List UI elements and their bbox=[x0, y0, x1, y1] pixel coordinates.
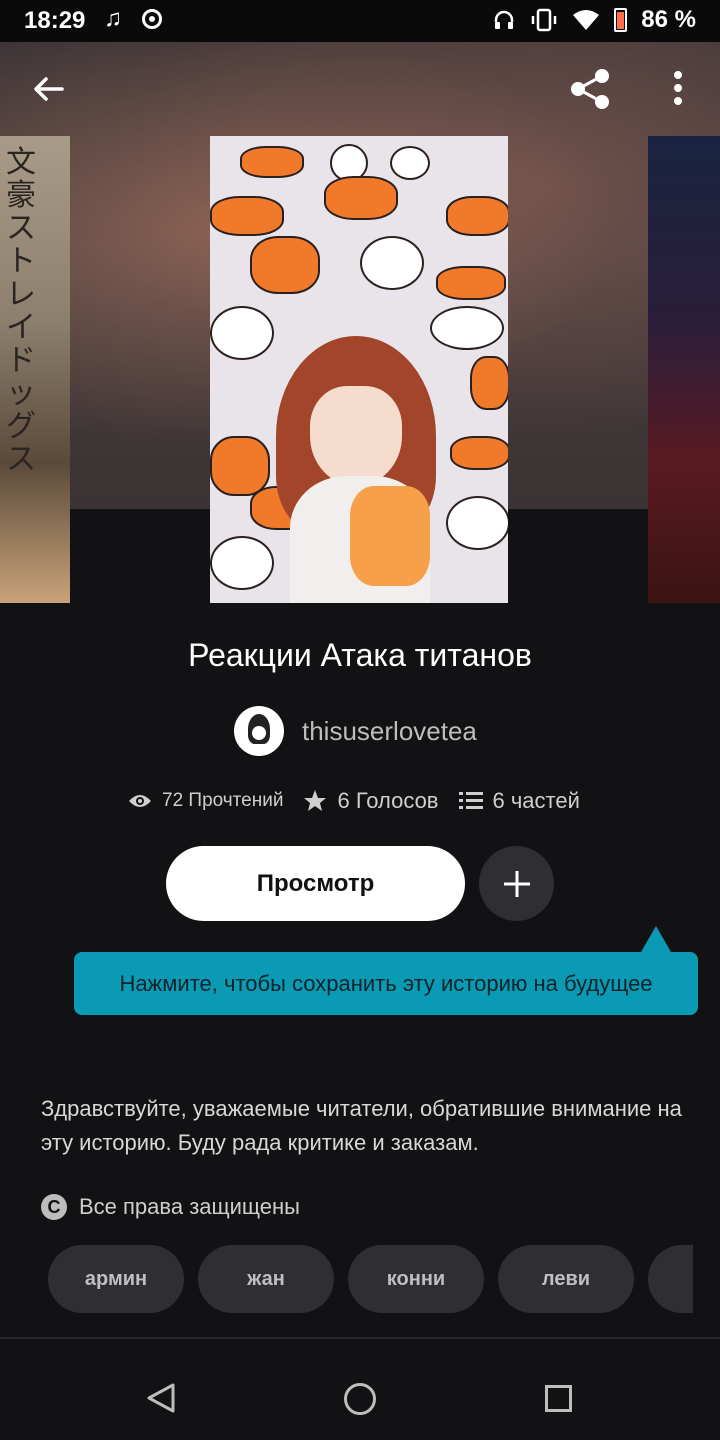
story-cover[interactable] bbox=[210, 136, 508, 603]
parts-count: 6 частей bbox=[492, 788, 580, 813]
tag-chip[interactable]: конни bbox=[348, 1245, 484, 1313]
cover-art bbox=[446, 496, 508, 550]
vibrate-icon bbox=[532, 8, 557, 32]
nav-recents-icon[interactable] bbox=[545, 1385, 572, 1412]
status-icons: 86 % bbox=[492, 6, 696, 34]
share-icon bbox=[571, 69, 609, 109]
nav-back-icon[interactable] bbox=[146, 1382, 176, 1414]
cover-bread-bag bbox=[350, 486, 430, 586]
view-button[interactable]: Просмотр bbox=[166, 846, 465, 921]
cover-art bbox=[240, 146, 304, 178]
cover-art bbox=[210, 536, 274, 590]
tag-list: армин жан конни леви м bbox=[48, 1245, 693, 1313]
copyright-icon: C bbox=[41, 1194, 67, 1220]
reads-stat: 72 Прочтений bbox=[128, 790, 283, 812]
tag-chip[interactable]: леви bbox=[498, 1245, 634, 1313]
cover-art bbox=[210, 196, 284, 236]
story-description: Здравствуйте, уважаемые читатели, обрати… bbox=[41, 1096, 682, 1155]
author-link[interactable]: thisuserlovetea bbox=[234, 706, 477, 756]
cover-art bbox=[470, 356, 508, 410]
battery-fill bbox=[617, 11, 625, 29]
reads-count: 72 Прочтений bbox=[162, 790, 284, 811]
plus-icon bbox=[503, 870, 530, 897]
tooltip-arrow bbox=[641, 926, 671, 952]
story-stats: 72 Прочтений 6 Голосов 6 частей bbox=[128, 788, 580, 814]
more-options-button[interactable] bbox=[664, 66, 692, 112]
back-arrow-icon bbox=[34, 77, 64, 101]
cover-character-face bbox=[310, 386, 402, 486]
star-icon bbox=[304, 790, 327, 811]
votes-stat: 6 Голосов bbox=[303, 788, 439, 814]
copyright-info: C Все права защищены bbox=[41, 1194, 300, 1220]
nav-home-icon[interactable] bbox=[344, 1383, 376, 1415]
disc-icon bbox=[142, 9, 162, 29]
cover-art bbox=[210, 306, 274, 360]
cover-art bbox=[436, 266, 506, 300]
music-note-icon: ♫ bbox=[104, 5, 122, 32]
avatar[interactable] bbox=[234, 706, 284, 756]
cover-art bbox=[446, 196, 508, 236]
headphones-icon bbox=[495, 10, 514, 29]
copyright-text: Все права защищены bbox=[79, 1194, 300, 1219]
eye-icon bbox=[129, 795, 151, 807]
battery-percent: 86 % bbox=[641, 6, 696, 33]
tag-chip[interactable]: м bbox=[648, 1245, 693, 1313]
save-tooltip[interactable]: Нажмите, чтобы сохранить эту историю на … bbox=[74, 952, 698, 1015]
cover-art bbox=[430, 306, 504, 350]
list-icon bbox=[458, 792, 483, 809]
tag-chip[interactable]: жан bbox=[198, 1245, 334, 1313]
cover-art bbox=[390, 146, 430, 180]
side-cover-text: 文豪ストレイドッグス bbox=[6, 145, 36, 477]
previous-story-cover[interactable]: 文豪ストレイドッグス bbox=[0, 136, 70, 603]
parts-stat: 6 частей bbox=[458, 788, 580, 814]
next-story-cover[interactable] bbox=[648, 136, 720, 603]
cover-art bbox=[324, 176, 398, 220]
votes-count: 6 Голосов bbox=[337, 788, 439, 813]
more-vert-icon bbox=[674, 71, 682, 105]
back-button[interactable] bbox=[28, 70, 68, 110]
author-name[interactable]: thisuserlovetea bbox=[302, 716, 477, 747]
tag-chip[interactable]: армин bbox=[48, 1245, 184, 1313]
cover-art bbox=[360, 236, 424, 290]
cover-art bbox=[250, 236, 320, 294]
share-button[interactable] bbox=[568, 66, 614, 112]
story-title: Реакции Атака титанов bbox=[188, 637, 532, 673]
cover-art bbox=[210, 436, 270, 496]
status-bar: 18:29 ♫ 86 % bbox=[0, 0, 720, 42]
cover-art bbox=[450, 436, 508, 470]
status-time: 18:29 bbox=[24, 7, 86, 34]
add-to-library-button[interactable] bbox=[479, 846, 554, 921]
battery-icon bbox=[614, 8, 628, 32]
wifi-icon bbox=[573, 10, 600, 30]
